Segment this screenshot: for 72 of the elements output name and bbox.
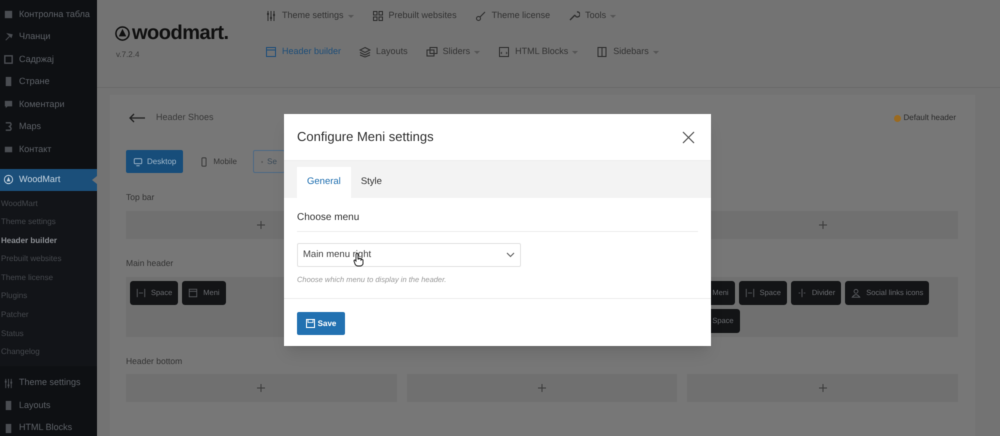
pin-icon	[3, 31, 14, 42]
window-icon	[188, 288, 198, 298]
key-icon	[474, 10, 487, 22]
page-icon	[3, 422, 14, 434]
monitor-icon	[133, 156, 143, 166]
header-title: Header Shoes	[156, 111, 214, 124]
sidebar-item[interactable]: Чланци	[0, 26, 97, 48]
device-tab[interactable]: Mobile	[195, 150, 241, 173]
nav-link[interactable]: Tools	[568, 8, 616, 24]
map-icon	[3, 121, 14, 132]
nav-link[interactable]: Sliders	[426, 44, 480, 60]
sidebar-item[interactable]: Садржај	[0, 48, 97, 70]
default-header-icon	[894, 114, 901, 122]
add-icon[interactable]	[257, 220, 266, 229]
sidebar-item[interactable]: WoodMart	[0, 168, 97, 190]
code-icon	[498, 46, 510, 58]
version-text: v.7.2.4	[116, 49, 140, 61]
tree-logo-icon	[3, 174, 14, 185]
nav-link[interactable]: HTML Blocks	[498, 44, 578, 60]
modal-tab[interactable]: Style	[350, 167, 392, 198]
dashboard-icon	[3, 8, 14, 20]
modal-tab[interactable]: General	[297, 167, 351, 198]
field-label: Choose menu	[297, 210, 698, 232]
space-icon	[744, 288, 755, 298]
modal-title: Configure Meni settings	[297, 128, 434, 146]
sidebar-item[interactable]: HTML Blocks	[0, 416, 97, 436]
close-icon[interactable]	[682, 130, 695, 144]
person-icon	[851, 288, 862, 298]
divider-icon	[796, 288, 807, 298]
grid-icon	[372, 10, 384, 22]
layers-icon	[359, 46, 372, 58]
back-arrow-icon[interactable]	[128, 113, 146, 123]
save-button[interactable]: Save	[297, 312, 345, 336]
nav-link[interactable]: Theme license	[474, 8, 550, 24]
default-header-label: Default header	[904, 112, 956, 124]
space-icon	[136, 288, 146, 298]
nav-link[interactable]: Prebuilt websites	[372, 8, 457, 24]
section-title: Header bottom	[126, 354, 182, 368]
sliders-icon	[3, 378, 14, 389]
nav-link[interactable]: Header builder	[265, 44, 342, 60]
chevron-down-icon	[506, 252, 515, 258]
add-icon[interactable]	[257, 384, 266, 392]
nav-link[interactable]: Theme settings	[265, 8, 354, 24]
comment-icon	[3, 98, 14, 110]
section-title: Main header	[126, 256, 174, 270]
tree-logo-icon	[115, 26, 130, 40]
phone-icon	[199, 156, 210, 166]
page-icon	[3, 400, 14, 412]
wrench-icon	[568, 10, 580, 22]
sidebar-item[interactable]: Коментари	[0, 93, 97, 116]
sliders-icon	[265, 10, 277, 22]
section-title: Top bar	[126, 191, 154, 204]
logo-text: woodmart.	[132, 23, 229, 43]
add-icon[interactable]	[818, 384, 827, 392]
save-icon	[306, 319, 315, 328]
sidebar-item[interactable]: Maps	[0, 116, 97, 138]
add-icon[interactable]	[538, 384, 546, 392]
page-icon	[3, 76, 14, 88]
submenu-item[interactable]: Header builder	[0, 232, 97, 250]
sidebar-item[interactable]: Контролна табла	[0, 3, 97, 26]
window-icon	[265, 46, 277, 58]
add-icon[interactable]	[818, 220, 827, 229]
device-tab[interactable]: Desktop	[126, 150, 184, 173]
nav-link[interactable]: Layouts	[359, 44, 408, 60]
sidebar-item[interactable]: Стране	[0, 70, 97, 93]
media-icon	[3, 54, 14, 65]
sidebar-item[interactable]: Layouts	[0, 394, 97, 417]
sidebar-item[interactable]: Контакт	[0, 138, 97, 160]
slides-icon	[426, 46, 438, 58]
nav-link[interactable]: Sidebars	[596, 44, 659, 60]
sidebar-icon	[596, 46, 608, 58]
sidebar-item[interactable]: Theme settings	[0, 372, 97, 394]
